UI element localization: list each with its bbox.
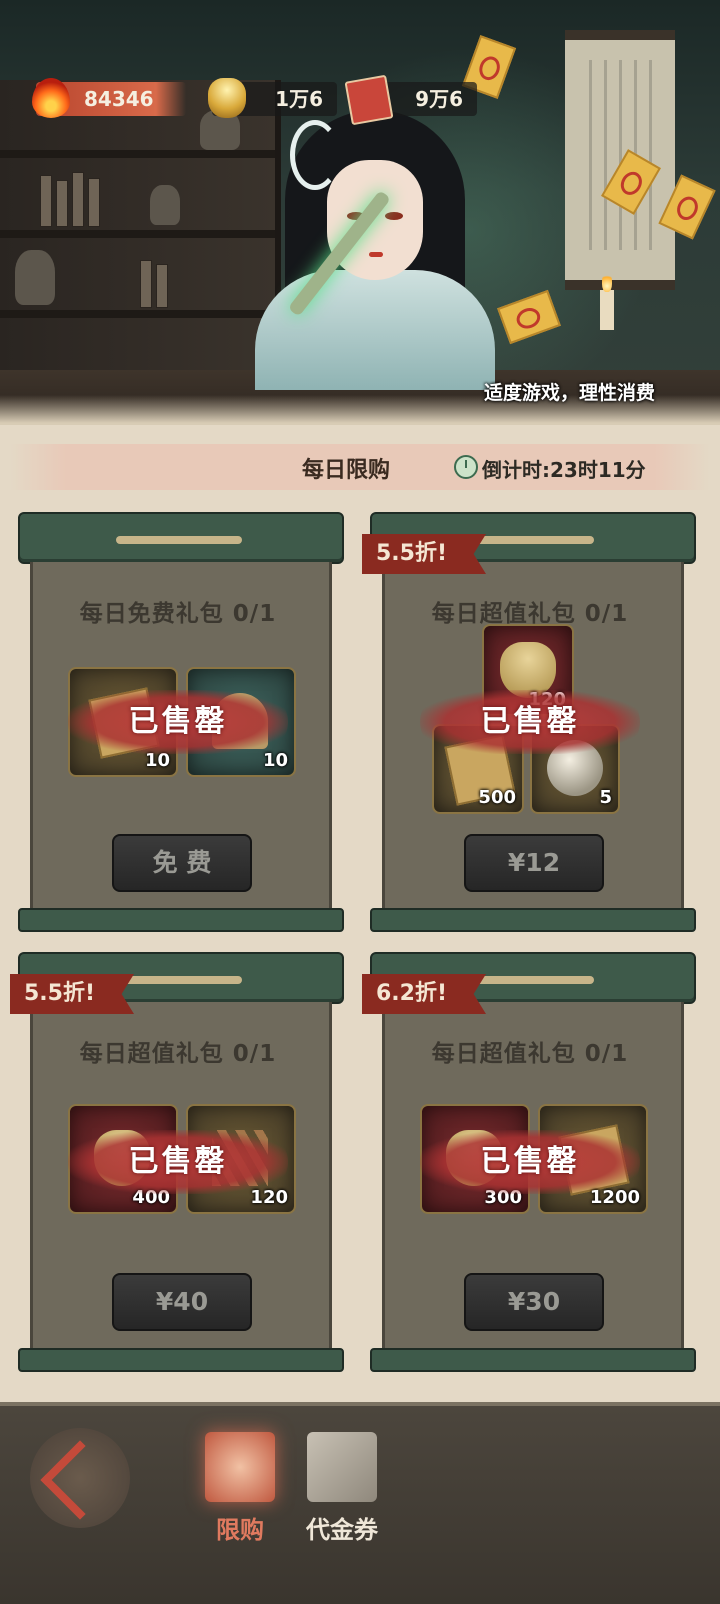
pack-card: 6.2折! 每日超值礼包 0/1 300 1200 已售罄 ¥30 (362, 952, 696, 1372)
pack-card: 5.5折! 每日超值礼包 0/1 120 500 5 已售罄 ¥12 (362, 512, 696, 932)
candle (600, 290, 614, 330)
fire-currency[interactable]: 84346 (32, 78, 186, 118)
pack-name: 每日超值礼包 0/1 (431, 1041, 629, 1067)
section-title: 每日限购 (302, 458, 391, 483)
candle-flame (602, 272, 612, 292)
buy-button[interactable]: ¥30 (464, 1273, 604, 1331)
ingot-currency[interactable]: 1万6 (208, 78, 337, 118)
tab-coupon-label: 代金券 (306, 1516, 378, 1544)
gold-ingot-icon (208, 78, 246, 118)
hero-scene: 84346 1万6 9万6 适度游戏，理性消费 (0, 0, 720, 425)
ticket-value: 9万6 (415, 87, 463, 111)
coupon-icon (307, 1432, 377, 1502)
discount-tag: 5.5折! (10, 974, 134, 1014)
back-arrow-icon (40, 1440, 120, 1520)
hair-ribbon (290, 120, 340, 190)
tab-coupon[interactable]: 代金券 (292, 1432, 392, 1545)
fire-icon (32, 78, 70, 118)
sold-out-stamp: 已售罄 (420, 690, 640, 754)
discount-tag: 5.5折! (362, 534, 486, 574)
pack-name: 每日超值礼包 0/1 (431, 601, 629, 627)
ticket-currency[interactable]: 9万6 (344, 74, 477, 126)
sold-out-stamp: 已售罄 (68, 690, 288, 754)
sold-out-stamp: 已售罄 (68, 1130, 288, 1194)
bookshelf (0, 80, 281, 410)
ingot-value: 1万6 (275, 87, 323, 111)
floating-talisman (497, 289, 561, 345)
section-banner: 每日限购 倒计时:23时11分 (10, 444, 710, 490)
countdown-timer: 倒计时:23时11分 (482, 458, 646, 482)
back-button[interactable] (30, 1428, 130, 1528)
buy-button[interactable]: ¥40 (112, 1273, 252, 1331)
tab-limited-label: 限购 (216, 1516, 264, 1544)
hanging-scroll (565, 30, 675, 290)
free-button[interactable]: 免 费 (112, 834, 252, 892)
tab-limited[interactable]: 限购 (190, 1432, 290, 1545)
discount-tag: 6.2折! (362, 974, 486, 1014)
health-notice: 适度游戏，理性消费 (484, 382, 656, 404)
pack-name: 每日免费礼包 0/1 (79, 601, 277, 627)
character-portrait (245, 110, 505, 390)
buy-button[interactable]: ¥12 (464, 834, 604, 892)
sold-out-stamp: 已售罄 (420, 1130, 640, 1194)
gift-box-icon (205, 1432, 275, 1502)
pack-name: 每日超值礼包 0/1 (79, 1041, 277, 1067)
fire-value: 84346 (84, 87, 154, 111)
pack-card: 5.5折! 每日超值礼包 0/1 400 120 已售罄 ¥40 (10, 952, 344, 1372)
pack-card: 每日免费礼包 0/1 10 10 已售罄 免 费 (18, 512, 344, 932)
clock-icon (454, 455, 478, 479)
ticket-icon (344, 74, 394, 126)
